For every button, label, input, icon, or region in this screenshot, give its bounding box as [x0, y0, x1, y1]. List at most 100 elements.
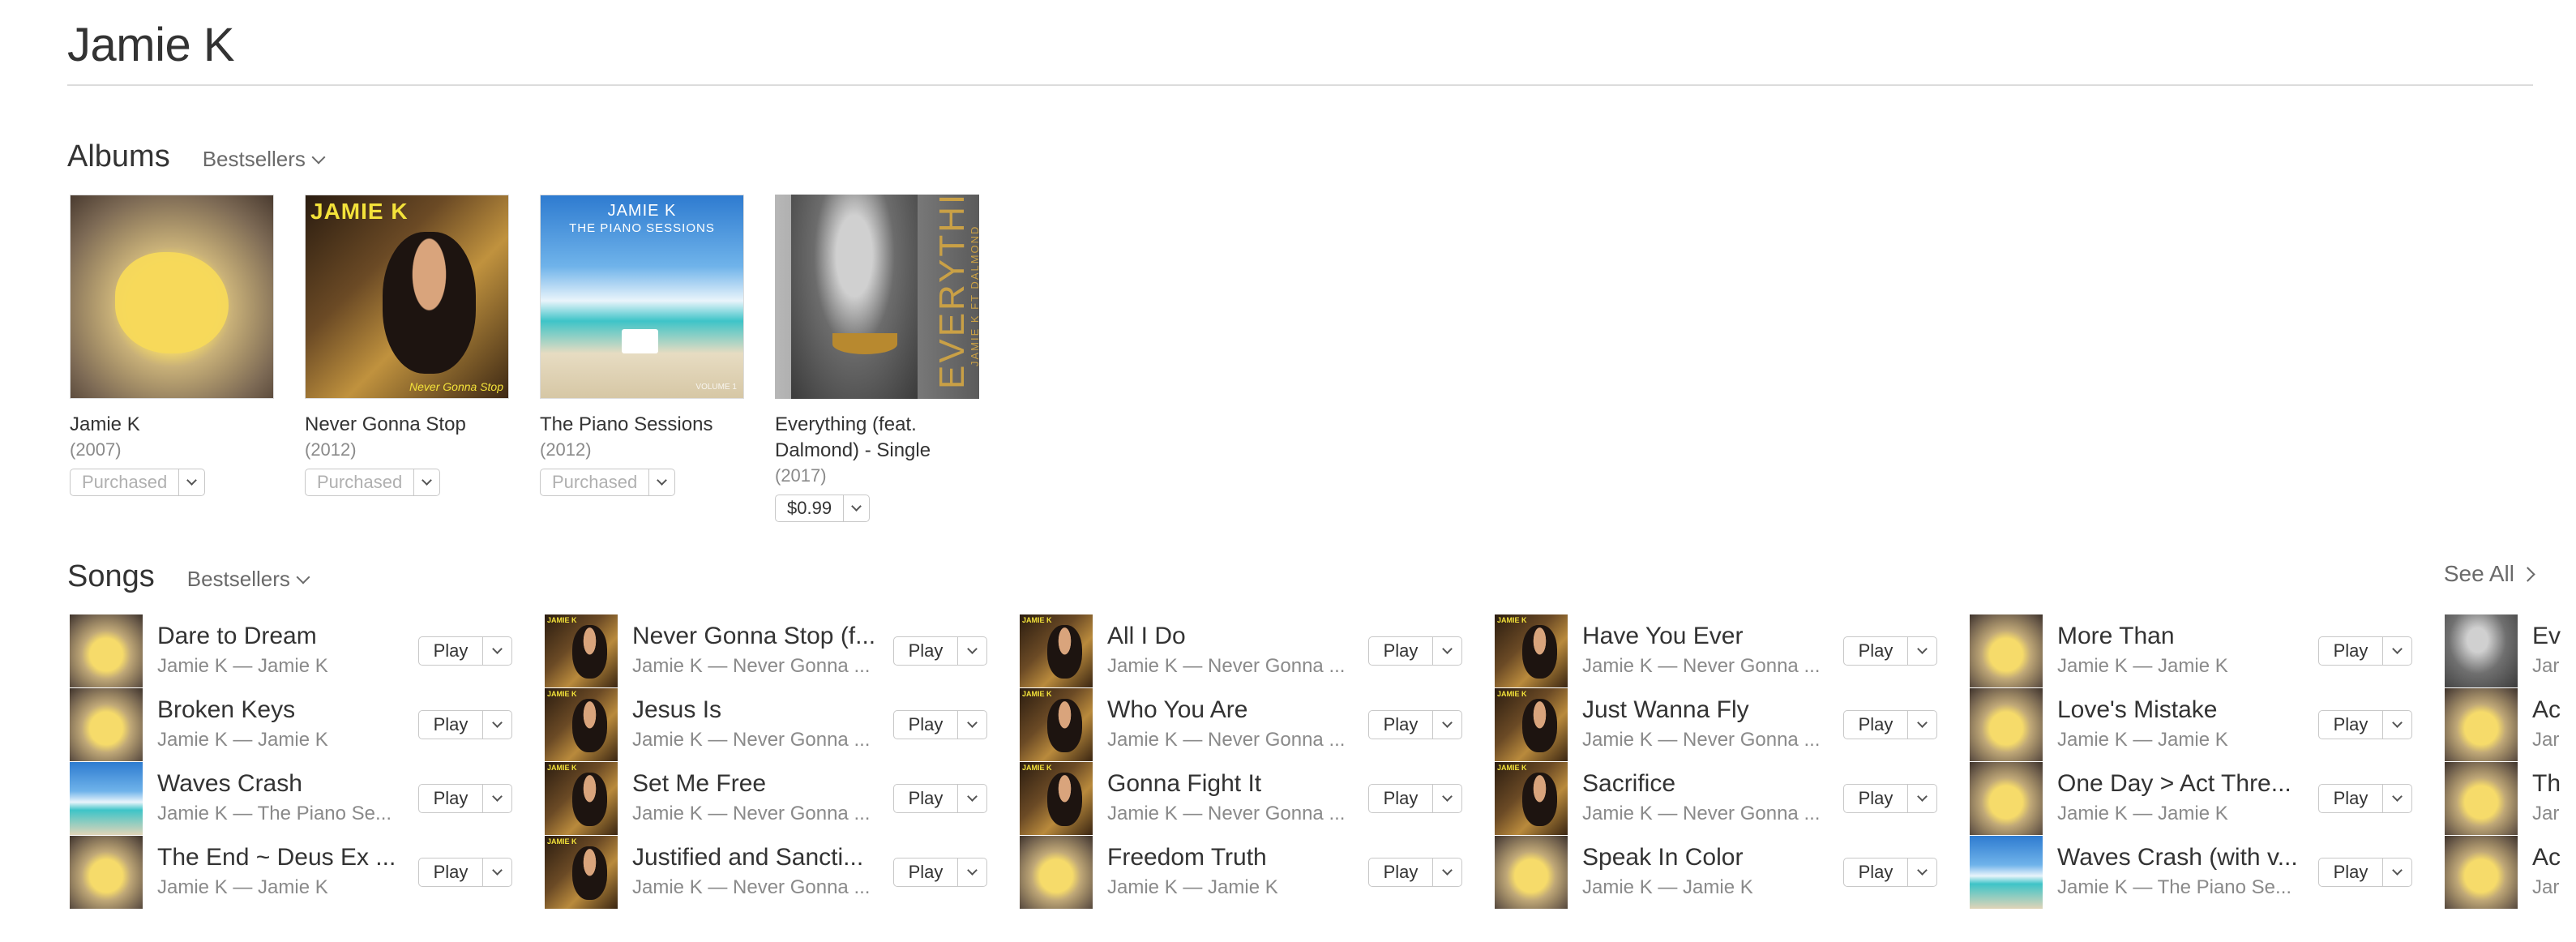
song-row[interactable]: Sacrifice Jamie K — Never Gonna ... Play — [1495, 762, 1939, 836]
song-title[interactable]: Speak In Color — [1582, 844, 1743, 871]
song-artwork[interactable] — [545, 836, 618, 909]
album-item[interactable]: EVERYTHING JAMIE K FT DALMOND Everything… — [775, 195, 979, 522]
song-options-dropdown[interactable] — [1907, 859, 1936, 886]
album-item[interactable]: Jamie K (2007) Purchased — [70, 195, 274, 522]
song-title[interactable]: Love's Mistake — [2057, 696, 2217, 724]
song-title[interactable]: The End ~ Deus Ex ... — [157, 844, 396, 871]
song-row[interactable]: Dare to Dream Jamie K — Jamie K Play — [70, 614, 514, 688]
song-artist-album[interactable]: Jar — [2532, 876, 2559, 899]
song-title[interactable]: Sacrifice — [1582, 770, 1675, 798]
song-options-dropdown[interactable] — [2382, 859, 2411, 886]
song-artwork[interactable] — [1020, 762, 1093, 835]
song-options-dropdown[interactable] — [1432, 637, 1461, 665]
song-artist-album[interactable]: Jamie K — Never Gonna ... — [632, 876, 870, 899]
song-artist-album[interactable]: Jamie K — Jamie K — [157, 655, 328, 678]
album-title[interactable]: Never Gonna Stop — [305, 412, 509, 438]
play-button[interactable]: Play — [893, 710, 987, 739]
song-row[interactable]: Waves Crash (with v... Jamie K — The Pian… — [1970, 836, 2414, 910]
play-button[interactable]: Play — [418, 710, 512, 739]
song-artist-album[interactable]: Jamie K — Never Gonna ... — [1107, 803, 1345, 825]
album-artwork[interactable]: JAMIE K Never Gonna Stop — [305, 195, 509, 399]
album-artwork[interactable]: EVERYTHING JAMIE K FT DALMOND — [775, 195, 979, 399]
song-artist-album[interactable]: Jar — [2532, 655, 2559, 678]
buy-price-button[interactable]: $0.99 — [775, 495, 871, 522]
song-artwork[interactable] — [1495, 836, 1568, 909]
song-row[interactable]: All I Do Jamie K — Never Gonna ... Play — [1020, 614, 1464, 688]
album-title[interactable]: Everything (feat. Dalmond) - Single — [775, 412, 979, 464]
song-artwork[interactable] — [70, 836, 143, 909]
play-button[interactable]: Play — [893, 636, 987, 666]
play-button[interactable]: Play — [1843, 784, 1937, 813]
song-artwork[interactable] — [1020, 836, 1093, 909]
song-options-dropdown[interactable] — [2382, 785, 2411, 812]
songs-sort-button[interactable]: Bestsellers — [187, 567, 310, 592]
song-artwork[interactable] — [1020, 614, 1093, 687]
song-row[interactable]: Waves Crash Jamie K — The Piano Se... Play — [70, 762, 514, 836]
song-artist-album[interactable]: Jamie K — Jamie K — [157, 876, 328, 899]
song-title[interactable]: Waves Crash (with v... — [2057, 844, 2298, 871]
purchased-button[interactable]: Purchased — [540, 469, 676, 496]
song-artist-album[interactable]: Jamie K — Jamie K — [2057, 729, 2228, 751]
song-artwork[interactable] — [1970, 762, 2043, 835]
play-button[interactable]: Play — [418, 636, 512, 666]
song-options-dropdown[interactable] — [2382, 637, 2411, 665]
song-artist-album[interactable]: Jamie K — Never Gonna ... — [1107, 655, 1345, 678]
song-options-dropdown[interactable] — [482, 711, 511, 739]
song-options-dropdown[interactable] — [1907, 785, 1936, 812]
song-row[interactable]: Speak In Color Jamie K — Jamie K Play — [1495, 836, 1939, 910]
song-artist-album[interactable]: Jamie K — Never Gonna ... — [1107, 729, 1345, 751]
song-row[interactable]: Set Me Free Jamie K — Never Gonna ... Play — [545, 762, 989, 836]
song-artwork[interactable] — [70, 614, 143, 687]
song-options-dropdown[interactable] — [1432, 711, 1461, 739]
song-options-dropdown[interactable] — [957, 859, 986, 886]
play-button[interactable]: Play — [1368, 858, 1462, 887]
albums-sort-button[interactable]: Bestsellers — [203, 147, 326, 172]
song-artist-album[interactable]: Jamie K — Jamie K — [2057, 803, 2228, 825]
play-button[interactable]: Play — [1843, 710, 1937, 739]
song-title[interactable]: Waves Crash — [157, 770, 302, 798]
song-title[interactable]: Freedom Truth — [1107, 844, 1267, 871]
song-title[interactable]: Broken Keys — [157, 696, 295, 724]
song-artwork[interactable] — [545, 688, 618, 761]
song-row[interactable]: Ac Jar — [2445, 688, 2576, 762]
play-button[interactable]: Play — [2318, 784, 2412, 813]
song-title[interactable]: Justified and Sancti... — [632, 844, 863, 871]
song-options-dropdown[interactable] — [957, 637, 986, 665]
song-title[interactable]: Th — [2532, 770, 2561, 798]
album-title[interactable]: Jamie K — [70, 412, 274, 438]
play-button[interactable]: Play — [1368, 636, 1462, 666]
song-artwork[interactable] — [2445, 688, 2518, 761]
song-artwork[interactable] — [1970, 688, 2043, 761]
song-artwork[interactable] — [2445, 836, 2518, 909]
song-row[interactable]: Who You Are Jamie K — Never Gonna ... Play — [1020, 688, 1464, 762]
song-artist-album[interactable]: Jamie K — Jamie K — [1582, 876, 1753, 899]
song-artwork[interactable] — [70, 762, 143, 835]
album-options-dropdown[interactable] — [648, 469, 674, 495]
album-options-dropdown[interactable] — [178, 469, 204, 495]
song-title[interactable]: Ev — [2532, 623, 2561, 650]
song-row[interactable]: Have You Ever Jamie K — Never Gonna ... Pl… — [1495, 614, 1939, 688]
play-button[interactable]: Play — [1368, 784, 1462, 813]
song-options-dropdown[interactable] — [482, 785, 511, 812]
song-options-dropdown[interactable] — [482, 859, 511, 886]
play-button[interactable]: Play — [1368, 710, 1462, 739]
song-title[interactable]: Jesus Is — [632, 696, 721, 724]
play-button[interactable]: Play — [418, 784, 512, 813]
song-artist-album[interactable]: Jamie K — Never Gonna ... — [1582, 803, 1820, 825]
song-options-dropdown[interactable] — [1907, 637, 1936, 665]
song-row[interactable]: Freedom Truth Jamie K — Jamie K Play — [1020, 836, 1464, 910]
song-artist-album[interactable]: Jar — [2532, 803, 2559, 825]
song-options-dropdown[interactable] — [957, 785, 986, 812]
song-artist-album[interactable]: Jamie K — Jamie K — [2057, 655, 2228, 678]
play-button[interactable]: Play — [1843, 858, 1937, 887]
album-title[interactable]: The Piano Sessions — [540, 412, 744, 438]
song-title[interactable]: Gonna Fight It — [1107, 770, 1261, 798]
song-options-dropdown[interactable] — [1907, 711, 1936, 739]
purchased-button[interactable]: Purchased — [305, 469, 441, 496]
song-title[interactable]: Have You Ever — [1582, 623, 1743, 650]
song-artwork[interactable] — [545, 762, 618, 835]
album-options-dropdown[interactable] — [413, 469, 439, 495]
song-row[interactable]: Never Gonna Stop (f... Jamie K — Never Go… — [545, 614, 989, 688]
song-options-dropdown[interactable] — [1432, 859, 1461, 886]
purchased-button[interactable]: Purchased — [70, 469, 206, 496]
